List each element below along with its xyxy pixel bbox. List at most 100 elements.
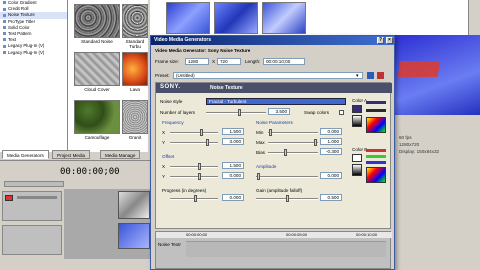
thumbnail-label: Lava (130, 87, 140, 92)
progress-input[interactable]: 0.000 (222, 194, 244, 201)
chevron-down-icon[interactable]: ▾ (356, 73, 362, 79)
off-y-input[interactable]: 0.000 (222, 172, 244, 179)
min-thumb[interactable] (269, 129, 272, 136)
timeline-toolbar (4, 181, 64, 187)
amplitude-slider[interactable] (256, 176, 318, 178)
track-slider[interactable] (17, 196, 57, 199)
color-a-swatch[interactable] (352, 105, 362, 113)
noise-style-dropdown[interactable]: Fractal - Turbulent (206, 98, 346, 105)
thumbnail-label: Standard Turbu (125, 39, 145, 49)
off-y-slider[interactable] (170, 176, 218, 178)
plugin-icon (3, 13, 6, 17)
tab-media-manager[interactable]: Media Manage (100, 150, 141, 159)
gain-input[interactable]: 0.500 (320, 194, 342, 201)
preview-info-panel: 60 fps 1280x720 Display: 150x84x32 (395, 115, 480, 160)
timeline-event-media[interactable] (118, 223, 150, 249)
right-scrollbar[interactable] (468, 0, 480, 35)
thumbnail-lava[interactable] (122, 52, 148, 86)
plugin-icon (3, 38, 6, 42)
media-thumbnail[interactable] (214, 2, 258, 34)
layers-value-input[interactable]: 3.500 (268, 108, 290, 115)
amplitude-thumb[interactable] (257, 173, 260, 180)
freq-y-thumb[interactable] (206, 139, 209, 146)
bias-thumb[interactable] (284, 149, 287, 156)
color-a-bar (366, 109, 386, 112)
color-a-spectrum[interactable] (366, 117, 386, 133)
thumbnail-label: Cloud Cover (84, 87, 110, 92)
thumbnail-standard-turbulent[interactable] (122, 4, 148, 38)
color-b-swatch[interactable] (352, 154, 362, 162)
generator-label: Test Pattern (8, 30, 32, 36)
max-slider[interactable] (268, 142, 318, 144)
swap-colors-checkbox[interactable] (339, 110, 344, 115)
length-input[interactable]: 00:00:10;00 (263, 58, 305, 65)
freq-x-input[interactable]: 1.500 (222, 128, 244, 135)
layers-slider-thumb[interactable] (238, 109, 241, 116)
freq-y-input[interactable]: 3.000 (222, 138, 244, 145)
bias-label: Bias (256, 150, 265, 155)
close-icon[interactable]: × (386, 37, 393, 44)
color-a-bar (366, 101, 386, 104)
video-track-header[interactable] (2, 191, 62, 221)
dialog-title: Video Media Generators (154, 37, 212, 43)
generator-list[interactable]: Color Gradient Credit Roll Noise Texture Pr… (0, 0, 68, 152)
off-x-input[interactable]: 1.500 (222, 162, 244, 169)
color-b-picker[interactable] (352, 164, 362, 176)
min-input[interactable]: 0.000 (320, 128, 342, 135)
audio-track-header[interactable] (2, 225, 62, 255)
noise-style-label: Noise style (160, 99, 183, 104)
thumbnail-cloud-cover[interactable] (74, 52, 120, 86)
progress-thumb[interactable] (194, 195, 197, 202)
min-slider[interactable] (268, 132, 318, 134)
save-preset-icon[interactable] (367, 72, 374, 79)
generator-list-item[interactable]: Legacy Plug-In (V) (0, 50, 67, 56)
off-x-slider[interactable] (170, 166, 218, 168)
layers-label: Number of layers (160, 110, 195, 115)
amplitude-input[interactable]: 0.000 (320, 172, 342, 179)
frame-size-label: Frame size: (155, 59, 179, 64)
keyframe-lane[interactable] (186, 241, 386, 257)
frame-width-input[interactable]: 1280 (185, 58, 209, 65)
freq-x-thumb[interactable] (200, 129, 203, 136)
plugin-icon (3, 26, 6, 30)
bias-slider[interactable] (268, 152, 318, 154)
off-y-thumb[interactable] (198, 173, 201, 180)
plugin-icon (3, 44, 6, 48)
max-label: Max (256, 140, 265, 145)
timeline-event-noise[interactable] (118, 191, 150, 219)
off-x-thumb[interactable] (198, 163, 201, 170)
color-b-spectrum[interactable] (366, 167, 386, 183)
bias-input[interactable]: -0.300 (320, 148, 342, 155)
frame-height-input[interactable]: 720 (217, 58, 241, 65)
length-label: Length: (245, 59, 261, 64)
generator-label: Text (8, 37, 17, 43)
thumbnail-granite[interactable] (122, 100, 148, 134)
color-b-bar (366, 149, 386, 152)
color-a-picker[interactable] (352, 115, 362, 127)
preset-dropdown[interactable]: (Untitled) (173, 72, 363, 79)
amplitude-label: Amplitude (256, 164, 277, 169)
timeline-track-label: Noise Textr (158, 242, 181, 247)
plugin-icon (3, 7, 6, 11)
media-thumbnail[interactable] (262, 2, 306, 34)
color-b-bar (366, 161, 386, 164)
frequency-label: Frequency (162, 120, 184, 125)
offset-label: Offset (162, 154, 175, 159)
freq-y-slider[interactable] (170, 142, 218, 144)
layers-slider-track[interactable] (206, 112, 266, 114)
media-thumbnail[interactable] (166, 2, 210, 34)
keyframe-ruler: 00:00:00;00 00:00:05;00 00:00:10;00 (156, 232, 392, 238)
progress-label: Progress (in degrees) (162, 188, 207, 193)
freq-x-slider[interactable] (170, 132, 218, 134)
max-thumb[interactable] (314, 139, 317, 146)
tab-project-media[interactable]: Project Media (52, 150, 91, 159)
thumbnail-standard-noise[interactable] (74, 4, 120, 38)
max-input[interactable]: 1.000 (320, 138, 342, 145)
delete-preset-icon[interactable] (377, 72, 384, 79)
tab-media-generators[interactable]: Media Generators (2, 150, 49, 159)
help-button[interactable]: ? (377, 37, 384, 44)
thumbnail-camouflage[interactable] (74, 100, 120, 134)
info-line: Display: 150x84x32 (399, 149, 440, 154)
dialog-title-bar[interactable]: Video Media Generators ? × (151, 36, 394, 45)
gain-thumb[interactable] (286, 195, 289, 202)
